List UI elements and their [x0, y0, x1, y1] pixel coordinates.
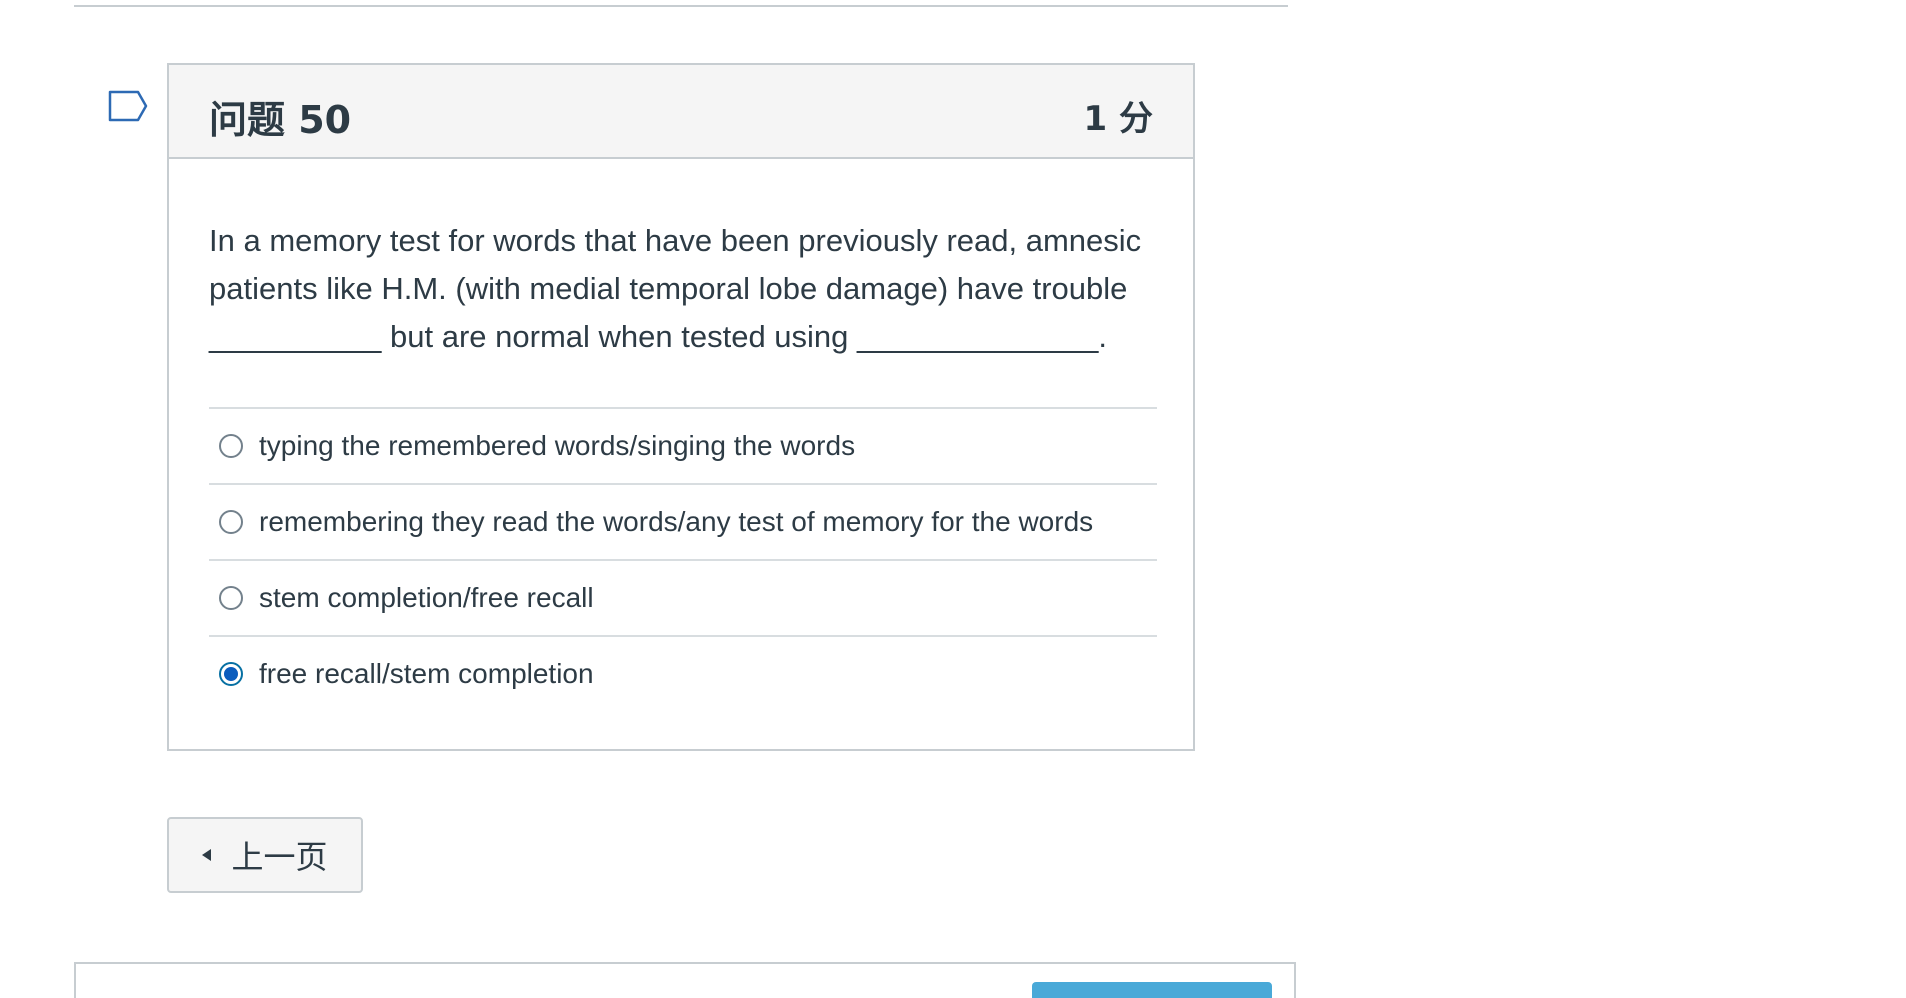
question-text: In a memory test for words that have bee… [209, 223, 1142, 354]
answer-label: remembering they read the words/any test… [259, 506, 1094, 537]
answer-label: free recall/stem completion [259, 658, 594, 689]
question-points: 1 分 [1083, 99, 1154, 139]
answer-option[interactable]: free recall/stem completion [209, 635, 1157, 711]
radio-button-selected[interactable] [219, 662, 243, 686]
answer-label: typing the remembered words/singing the … [259, 430, 856, 461]
radio-button[interactable] [219, 510, 243, 534]
answer-option[interactable]: remembering they read the words/any test… [209, 483, 1157, 559]
answer-list: typing the remembered words/singing the … [209, 407, 1157, 711]
radio-button[interactable] [219, 434, 243, 458]
quiz-page: 问题 50 1 分 In a memory test for words tha… [0, 0, 1906, 998]
question-title: 问题 50 [209, 98, 352, 142]
caret-left-icon [202, 849, 212, 861]
radio-button[interactable] [219, 586, 243, 610]
answer-option[interactable]: typing the remembered words/singing the … [209, 407, 1157, 483]
flag-question-icon[interactable] [108, 90, 148, 122]
top-divider [74, 5, 1288, 7]
previous-page-button[interactable]: 上一页 [167, 817, 363, 893]
previous-page-label: 上一页 [231, 838, 328, 876]
question-header: 问题 50 1 分 [169, 65, 1193, 159]
submit-quiz-button[interactable] [1032, 982, 1272, 998]
question-card: 问题 50 1 分 In a memory test for words tha… [167, 63, 1195, 751]
answer-label: stem completion/free recall [259, 582, 594, 613]
answer-option[interactable]: stem completion/free recall [209, 559, 1157, 635]
